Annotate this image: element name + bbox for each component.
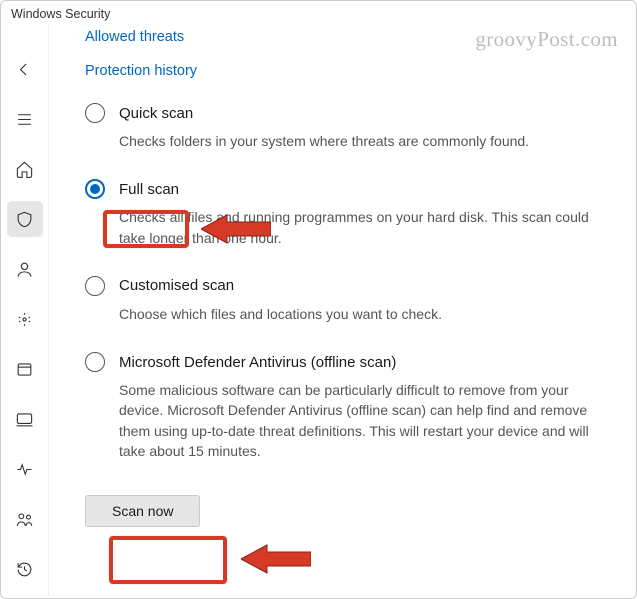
shield-icon[interactable] <box>7 201 43 237</box>
option-desc: Checks folders in your system where thre… <box>119 131 599 151</box>
option-customised-scan: Customised scan Choose which files and l… <box>85 276 612 324</box>
option-full-scan: Full scan Checks all files and running p… <box>85 179 612 248</box>
radio-icon <box>85 352 105 372</box>
option-label: Microsoft Defender Antivirus (offline sc… <box>119 354 396 371</box>
radio-icon <box>85 179 105 199</box>
home-icon[interactable] <box>7 151 43 187</box>
option-desc: Some malicious software can be particula… <box>119 380 599 461</box>
option-desc: Checks all files and running programmes … <box>119 207 599 248</box>
scan-now-button[interactable]: Scan now <box>85 495 200 527</box>
main-content: Allowed threats Protection history Quick… <box>49 25 636 596</box>
option-label: Quick scan <box>119 105 193 122</box>
history-icon[interactable] <box>7 551 43 587</box>
firewall-icon[interactable] <box>7 301 43 337</box>
option-offline-scan: Microsoft Defender Antivirus (offline sc… <box>85 352 612 461</box>
option-desc: Choose which files and locations you wan… <box>119 304 599 324</box>
back-icon[interactable] <box>7 51 43 87</box>
radio-full-scan[interactable]: Full scan <box>85 179 612 199</box>
window-title: Windows Security <box>1 1 636 25</box>
radio-icon <box>85 276 105 296</box>
family-icon[interactable] <box>7 501 43 537</box>
option-quick-scan: Quick scan Checks folders in your system… <box>85 103 612 151</box>
link-allowed-threats[interactable]: Allowed threats <box>85 29 612 45</box>
account-icon[interactable] <box>7 251 43 287</box>
device-performance-icon[interactable] <box>7 451 43 487</box>
menu-icon[interactable] <box>7 101 43 137</box>
option-label: Customised scan <box>119 277 234 294</box>
device-security-icon[interactable] <box>7 401 43 437</box>
sidebar <box>1 25 49 596</box>
radio-quick-scan[interactable]: Quick scan <box>85 103 612 123</box>
radio-offline-scan[interactable]: Microsoft Defender Antivirus (offline sc… <box>85 352 612 372</box>
radio-customised-scan[interactable]: Customised scan <box>85 276 612 296</box>
radio-icon <box>85 103 105 123</box>
app-browser-icon[interactable] <box>7 351 43 387</box>
option-label: Full scan <box>119 181 179 198</box>
link-protection-history[interactable]: Protection history <box>85 63 612 79</box>
